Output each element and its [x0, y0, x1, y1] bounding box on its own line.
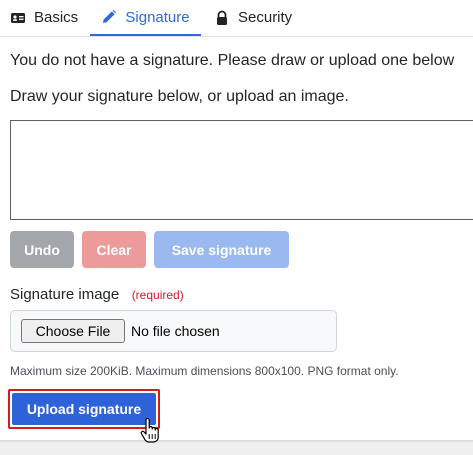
lock-icon	[214, 10, 230, 26]
save-signature-button[interactable]: Save signature	[154, 231, 289, 268]
tab-security-label: Security	[238, 9, 293, 26]
file-status: No file chosen	[131, 323, 220, 339]
tab-security[interactable]: Security	[214, 0, 292, 35]
choose-file-button[interactable]: Choose File	[21, 319, 125, 343]
tab-bar: Basics Signature Security	[0, 0, 473, 37]
upload-focus-outline: Upload signature	[8, 389, 160, 429]
clear-button[interactable]: Clear	[82, 231, 146, 268]
tab-basics-label: Basics	[34, 9, 79, 26]
file-help-text: Maximum size 200KiB. Maximum dimensions …	[10, 364, 399, 378]
undo-button[interactable]: Undo	[10, 231, 74, 268]
tab-basics[interactable]: Basics	[10, 0, 78, 35]
signature-canvas[interactable]	[10, 120, 473, 220]
draw-instructions: Draw your signature below, or upload an …	[10, 88, 349, 105]
file-input[interactable]: Choose File No file chosen	[10, 310, 337, 352]
pencil-icon	[101, 9, 117, 25]
signature-image-label: Signature image	[10, 286, 120, 303]
signature-image-label-row: Signature image (required)	[10, 286, 184, 304]
tab-signature[interactable]: Signature	[90, 0, 201, 36]
upload-signature-button[interactable]: Upload signature	[12, 393, 156, 425]
hand-pointer-icon	[140, 417, 160, 444]
signature-card: Basics Signature Security You do not hav…	[0, 0, 473, 441]
tab-signature-label: Signature	[125, 8, 190, 26]
required-marker: (required)	[131, 288, 184, 302]
id-card-icon	[10, 10, 26, 26]
no-signature-message: You do not have a signature. Please draw…	[10, 52, 455, 69]
